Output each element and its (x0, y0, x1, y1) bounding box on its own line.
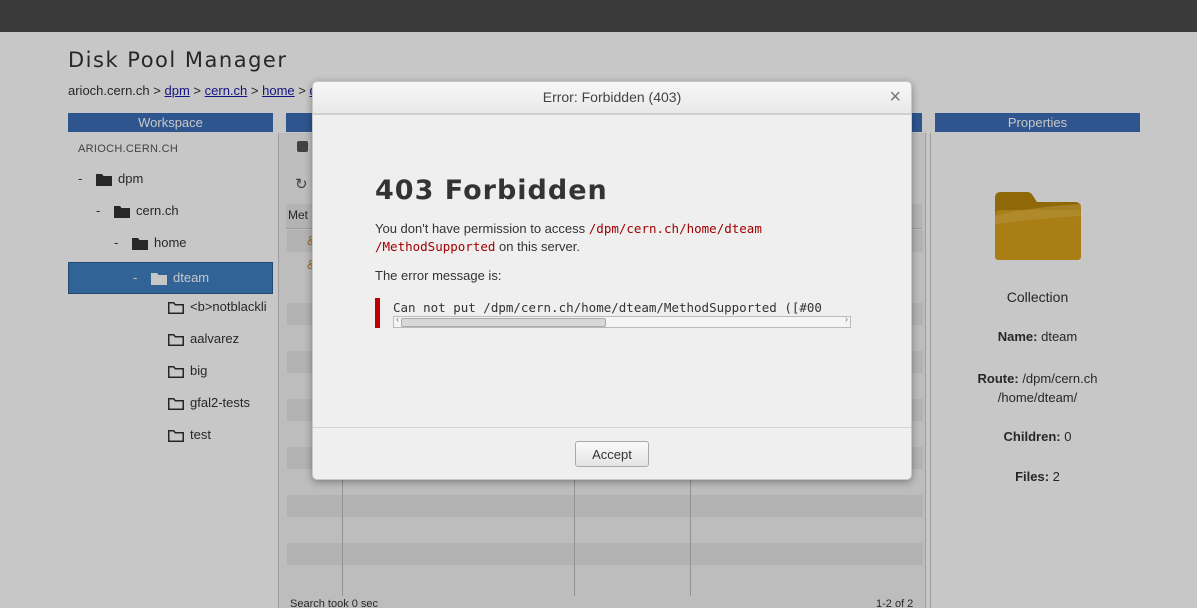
scroll-right-icon[interactable]: › (845, 314, 848, 324)
accept-button[interactable]: Accept (575, 441, 649, 467)
error-dialog: Error: Forbidden (403) × 403 Forbidden Y… (312, 81, 912, 480)
horizontal-scrollbar[interactable]: ‹ › (393, 314, 851, 328)
error-description-text: You don't have permission to access (375, 221, 586, 236)
scrollbar-thumb[interactable] (401, 318, 606, 327)
dialog-footer-divider (313, 427, 911, 428)
error-path: /MethodSupported (375, 239, 496, 254)
close-icon[interactable]: × (889, 82, 901, 113)
error-heading: 403 Forbidden (375, 175, 608, 206)
error-message-box: Can not put /dpm/cern.ch/home/dteam/Meth… (375, 298, 854, 328)
dialog-titlebar: Error: Forbidden (403) × (313, 82, 911, 115)
error-description: You don't have permission to access /dpm… (375, 220, 845, 256)
scroll-left-icon[interactable]: ‹ (396, 314, 399, 324)
error-description-text: on this server. (499, 239, 580, 254)
error-message: Can not put /dpm/cern.ch/home/dteam/Meth… (393, 300, 822, 315)
error-path: /dpm/cern.ch/home/dteam (588, 221, 762, 236)
dialog-title: Error: Forbidden (403) (542, 89, 682, 105)
error-message-label: The error message is: (375, 268, 502, 283)
top-bar (0, 0, 1197, 32)
